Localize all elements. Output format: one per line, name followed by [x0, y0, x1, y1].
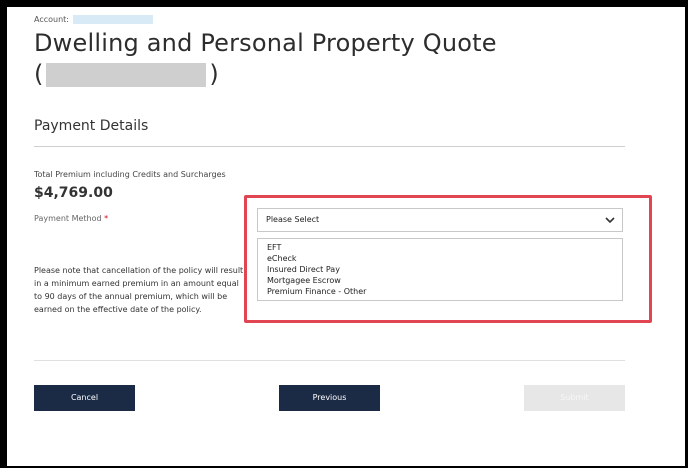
- page-title: Dwelling and Personal Property Quote: [34, 29, 497, 57]
- option-premium-finance-other[interactable]: Premium Finance - Other: [267, 286, 622, 297]
- option-insured-direct-pay[interactable]: Insured Direct Pay: [267, 264, 622, 275]
- cancel-button[interactable]: Cancel: [34, 385, 135, 411]
- required-marker: *: [104, 214, 109, 223]
- account-row: Account:: [34, 15, 153, 24]
- payment-method-dropdown: EFT eCheck Insured Direct Pay Mortgagee …: [257, 238, 623, 301]
- previous-button[interactable]: Previous: [279, 385, 380, 411]
- page-title-subline: (): [34, 62, 219, 87]
- premium-label: Total Premium including Credits and Surc…: [34, 170, 226, 179]
- footer-divider: [34, 360, 625, 361]
- title-redaction: [46, 63, 207, 87]
- premium-amount: $4,769.00: [34, 185, 113, 201]
- account-redaction: [73, 15, 153, 24]
- option-mortgagee-escrow[interactable]: Mortgagee Escrow: [267, 275, 622, 286]
- submit-button[interactable]: Submit: [524, 385, 625, 411]
- cancellation-note: Please note that cancellation of the pol…: [34, 266, 244, 314]
- option-eft[interactable]: EFT: [267, 242, 622, 253]
- title-close-paren: ): [209, 60, 219, 88]
- section-title: Payment Details: [34, 118, 149, 134]
- payment-method-selected-value: Please Select: [266, 215, 320, 224]
- section-divider: [34, 146, 625, 147]
- payment-method-label-text: Payment Method: [34, 214, 102, 223]
- account-label: Account:: [34, 15, 69, 24]
- option-echeck[interactable]: eCheck: [267, 253, 622, 264]
- payment-method-label: Payment Method *: [34, 214, 108, 223]
- title-open-paren: (: [34, 60, 44, 88]
- payment-method-select[interactable]: Please Select: [257, 208, 623, 232]
- chevron-down-icon: [605, 217, 615, 224]
